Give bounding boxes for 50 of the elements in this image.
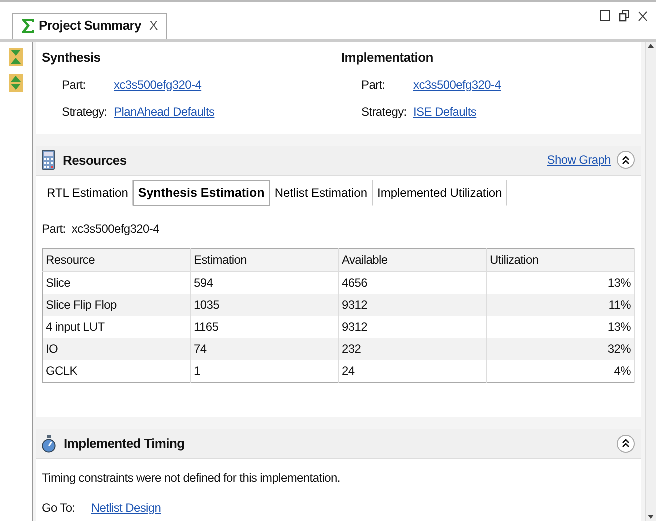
- table-cell: 4%: [486, 360, 634, 383]
- section-title: Implemented Timing: [64, 434, 186, 453]
- part-link[interactable]: xc3s500efg320-4: [114, 76, 202, 94]
- field-label: Part:: [362, 76, 386, 94]
- go-to-label: Go To:: [42, 500, 76, 517]
- column-header: Estimation: [190, 248, 338, 272]
- field-label: Strategy:: [62, 104, 108, 120]
- strategy-link[interactable]: ISE Defaults: [414, 102, 477, 120]
- part-link[interactable]: xc3s500efg320-4: [414, 76, 502, 94]
- table-cell: 1: [190, 360, 338, 383]
- strategy-link[interactable]: PlanAhead Defaults: [114, 102, 215, 120]
- field-label: Part:: [62, 76, 87, 94]
- tab[interactable]: Netlist Estimation: [270, 180, 373, 206]
- timing-message: Timing constraints were not defined for this implementation.: [42, 470, 342, 487]
- scroll-down-icon[interactable]: [647, 513, 655, 521]
- close-tab-button[interactable]: X: [149, 16, 158, 36]
- calculator-icon: [42, 150, 55, 170]
- table-cell: 74: [190, 338, 338, 360]
- column-header: Available: [338, 248, 486, 272]
- table-cell: 1035: [190, 294, 338, 316]
- collapse-button[interactable]: [617, 151, 635, 170]
- close-icon[interactable]: [638, 10, 648, 22]
- collapse-button[interactable]: [617, 434, 635, 453]
- section-title: Implementation: [342, 49, 434, 67]
- show-graph-link[interactable]: Show Graph: [547, 151, 611, 170]
- table-cell: IO: [42, 338, 190, 360]
- maximize-icon[interactable]: [600, 10, 611, 22]
- table-cell: 24: [338, 360, 486, 383]
- table-cell: 9312: [338, 294, 486, 316]
- restore-icon[interactable]: [619, 10, 630, 22]
- table-cell: GCLK: [42, 360, 190, 383]
- sigma-icon: [21, 18, 35, 34]
- table-cell: 11%: [486, 294, 634, 316]
- table-cell: 232: [338, 338, 486, 360]
- tab[interactable]: Implemented Utilization: [372, 180, 508, 206]
- project-summary-tab[interactable]: Project Summary X: [12, 13, 167, 39]
- double-chevron-up-icon: [622, 438, 630, 448]
- section-title: Synthesis: [42, 49, 102, 67]
- field-label: Strategy:: [362, 104, 408, 120]
- double-chevron-up-icon: [622, 154, 630, 165]
- table-cell: 32%: [486, 338, 634, 360]
- column-header: Utilization: [486, 248, 634, 272]
- column-header: Resource: [42, 248, 190, 272]
- netlist-design-link[interactable]: Netlist Design: [91, 499, 162, 517]
- part-label: Part: xc3s500efg320-4: [42, 221, 160, 238]
- section-title: Resources: [63, 152, 128, 170]
- tab[interactable]: RTL Estimation: [42, 180, 134, 206]
- table-cell: Slice Flip Flop: [42, 294, 190, 316]
- tab[interactable]: Synthesis Estimation: [133, 180, 270, 206]
- stopwatch-icon: [42, 434, 56, 453]
